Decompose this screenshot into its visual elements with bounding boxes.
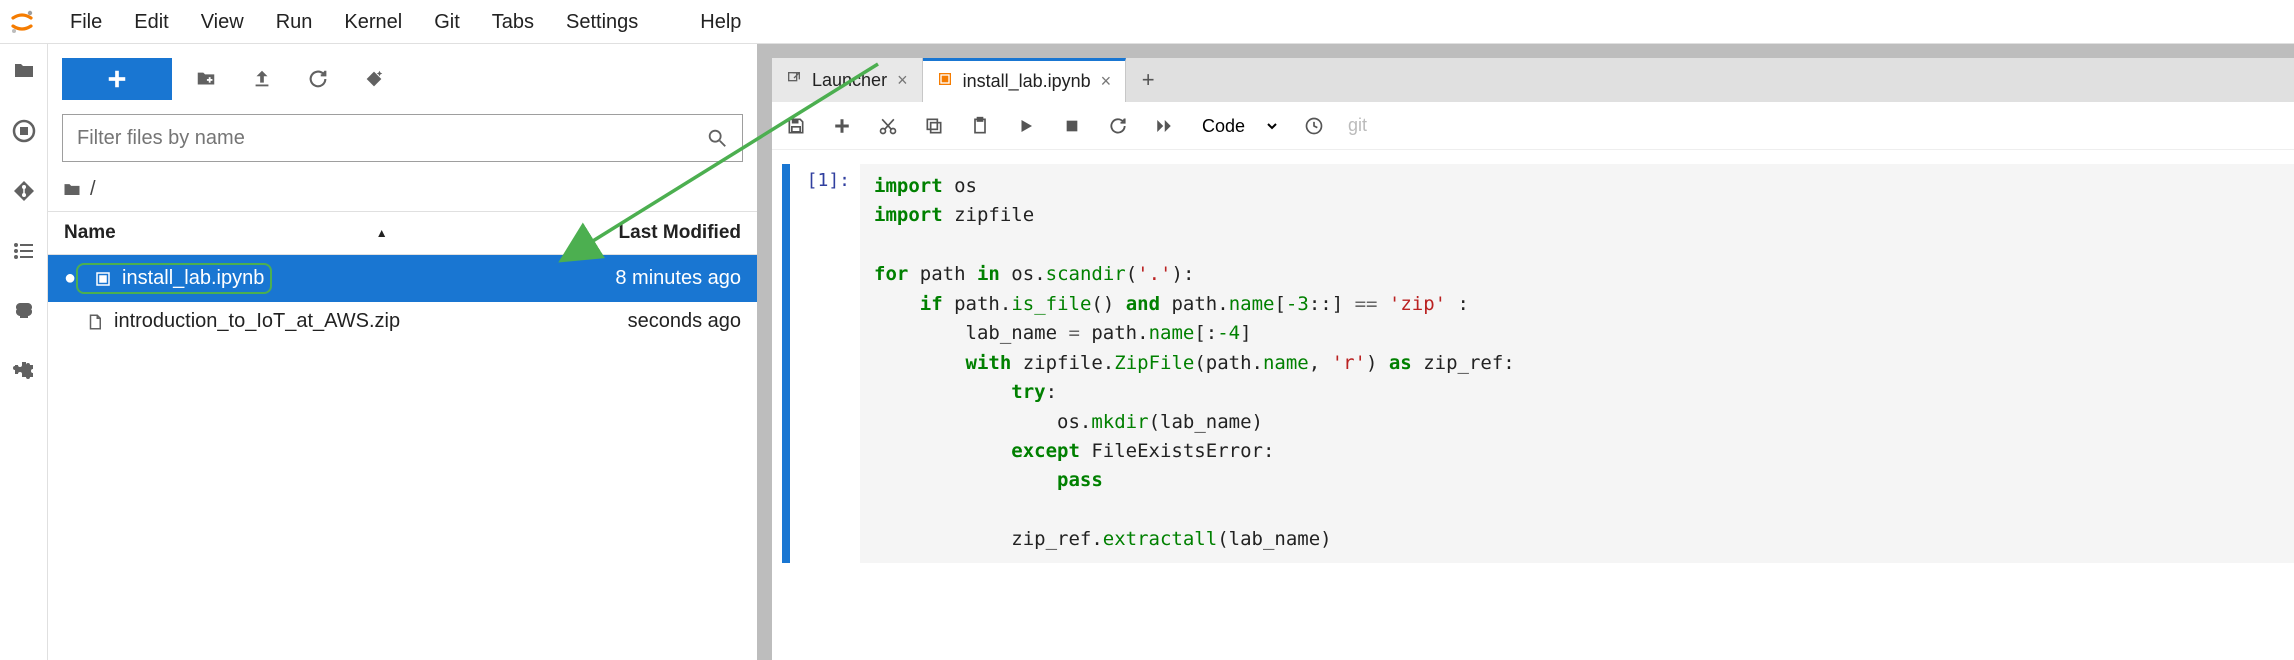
cut-icon[interactable] [876, 114, 900, 138]
file-row[interactable]: ● install_lab.ipynb 8 minutes ago [48, 255, 757, 302]
notebook-icon [937, 71, 953, 92]
tab-label: install_lab.ipynb [963, 71, 1091, 92]
toc-icon[interactable] [11, 238, 37, 264]
file-list: ● install_lab.ipynb 8 minutes ago introduct… [48, 255, 757, 341]
sort-caret-icon[interactable]: ▲ [376, 226, 388, 240]
close-icon[interactable]: × [1101, 71, 1112, 92]
cell-run-indicator [782, 164, 790, 563]
running-dot: ● [64, 267, 76, 290]
file-name: introduction_to_IoT_at_AWS.zip [114, 310, 400, 333]
paste-icon[interactable] [968, 114, 992, 138]
stop-icon[interactable] [1060, 114, 1084, 138]
tab-install-lab-ipynb[interactable]: install_lab.ipynb × [923, 58, 1127, 102]
copy-icon[interactable] [922, 114, 946, 138]
filter-box[interactable] [62, 114, 743, 162]
column-modified[interactable]: Last Modified [521, 222, 741, 244]
git-toolbar-label[interactable]: git [1348, 115, 1367, 136]
notebook[interactable]: [1]: import os import zipfile for path i… [772, 150, 2294, 660]
file-modified: seconds ago [521, 310, 741, 333]
cell-type-select[interactable]: Code [1198, 115, 1280, 137]
fast-forward-icon[interactable] [1152, 114, 1176, 138]
menu-settings[interactable]: Settings [550, 0, 654, 44]
refresh-icon[interactable] [296, 60, 340, 98]
external-link-icon [786, 70, 802, 91]
extensions-icon[interactable] [11, 358, 37, 384]
file-list-header: Name ▲ Last Modified [48, 211, 757, 255]
cell-code[interactable]: import os import zipfile for path in os.… [860, 164, 2294, 563]
menubar: FileEditViewRunKernelGitTabsSettings Help [0, 0, 2294, 44]
menu-file[interactable]: File [54, 0, 118, 44]
file-row[interactable]: introduction_to_IoT_at_AWS.zip seconds ag… [48, 302, 757, 341]
folder-icon [62, 180, 82, 200]
run-icon[interactable] [1014, 114, 1038, 138]
activity-bar [0, 44, 48, 660]
menu-git[interactable]: Git [418, 0, 476, 44]
column-name[interactable]: Name [64, 222, 116, 244]
tab-bar: Launcher × install_lab.ipynb × + [772, 58, 2294, 102]
git-sparkle-icon[interactable] [352, 60, 396, 98]
restart-icon[interactable] [1106, 114, 1130, 138]
new-tab-button[interactable]: + [1126, 58, 1170, 102]
menu-edit[interactable]: Edit [118, 0, 184, 44]
add-cell-icon[interactable] [830, 114, 854, 138]
jupyterlab-app: FileEditViewRunKernelGitTabsSettings Help [0, 0, 2294, 660]
file-browser: / Name ▲ Last Modified ● install_lab.ipyn… [48, 44, 758, 660]
menu-help[interactable]: Help [684, 0, 757, 44]
tab-launcher[interactable]: Launcher × [772, 58, 923, 102]
app-body: / Name ▲ Last Modified ● install_lab.ipyn… [0, 44, 2294, 660]
file-name: install_lab.ipynb [122, 267, 264, 290]
upload-icon[interactable] [240, 60, 284, 98]
notebook-icon [92, 268, 114, 290]
file-modified: 8 minutes ago [521, 267, 741, 290]
running-icon[interactable] [11, 118, 37, 144]
main-panel: Launcher × install_lab.ipynb × + Code git [772, 58, 2294, 660]
breadcrumb-root[interactable]: / [90, 178, 96, 201]
menu-view[interactable]: View [185, 0, 260, 44]
new-launcher-button[interactable] [62, 58, 172, 100]
file-browser-toolbar [48, 44, 757, 110]
file-icon [84, 311, 106, 333]
filter-input[interactable] [77, 127, 706, 150]
menu-tabs[interactable]: Tabs [476, 0, 550, 44]
main-area: Launcher × install_lab.ipynb × + Code git [758, 44, 2294, 660]
menu-kernel[interactable]: Kernel [328, 0, 418, 44]
folder-icon[interactable] [11, 58, 37, 84]
breadcrumb[interactable]: / [48, 172, 757, 211]
new-folder-icon[interactable] [184, 60, 228, 98]
jupyter-logo [8, 8, 36, 36]
cell-prompt: [1]: [790, 164, 860, 563]
close-icon[interactable]: × [897, 70, 908, 91]
brain-icon[interactable] [11, 298, 37, 324]
code-cell[interactable]: [1]: import os import zipfile for path i… [782, 164, 2294, 563]
notebook-toolbar: Code git [772, 102, 2294, 150]
history-icon[interactable] [1302, 114, 1326, 138]
menu-run[interactable]: Run [260, 0, 329, 44]
git-icon[interactable] [11, 178, 37, 204]
save-icon[interactable] [784, 114, 808, 138]
tab-label: Launcher [812, 70, 887, 91]
search-icon [706, 127, 728, 149]
